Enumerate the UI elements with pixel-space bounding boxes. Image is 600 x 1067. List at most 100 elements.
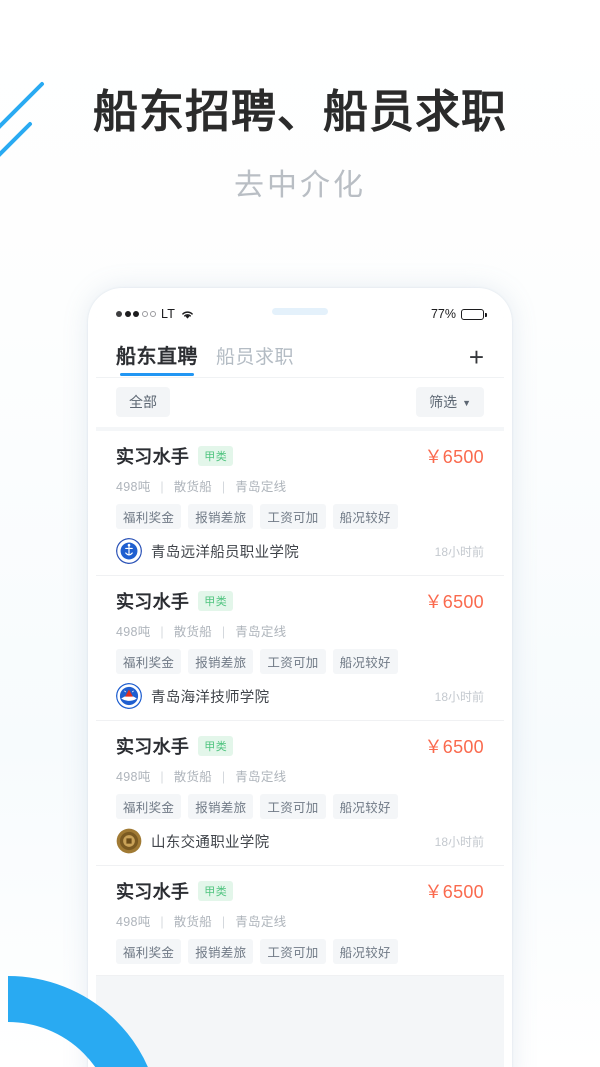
job-tag-list: 福利奖金 报销差旅 工资可加 船况较好 — [116, 649, 484, 674]
tab-owner-recruit-label: 船东直聘 — [116, 346, 198, 368]
job-list[interactable]: 实习水手 甲类 ￥6500 498吨 | 散货船 | 青岛定线 福利奖金 报销差… — [96, 427, 504, 1067]
job-tag: 工资可加 — [260, 939, 326, 964]
job-posted-time: 18小时前 — [434, 544, 484, 559]
job-tag-list: 福利奖金 报销差旅 工资可加 船况较好 — [116, 794, 484, 819]
job-tag: 报销差旅 — [188, 939, 254, 964]
job-card-header: 实习水手 甲类 ￥6500 — [116, 878, 484, 904]
phone-screen: LT 77% 船东直聘 船员求职 + 全部 筛选 ▼ 实习水手 甲类 ￥6500… — [96, 296, 504, 1067]
meta-separator: | — [160, 480, 164, 494]
job-company-row: 青岛远洋船员职业学院 18小时前 — [116, 538, 484, 564]
tab-seafarer-jobseek-label: 船员求职 — [216, 347, 295, 368]
job-tonnage: 498吨 — [116, 915, 151, 929]
company-name: 青岛海洋技师学院 — [151, 689, 270, 706]
carrier-label: LT — [161, 307, 176, 321]
job-posted-time: 18小时前 — [434, 834, 484, 849]
job-title: 实习水手 — [116, 737, 190, 757]
tab-active-underline — [120, 373, 194, 376]
job-salary: ￥6500 — [424, 882, 484, 902]
company-name: 青岛远洋船员职业学院 — [151, 544, 299, 561]
job-tag: 船况较好 — [332, 939, 398, 964]
job-company-row: 山东交通职业学院 18小时前 — [116, 828, 484, 854]
job-title: 实习水手 — [116, 882, 190, 902]
job-tag-list: 福利奖金 报销差旅 工资可加 船况较好 — [116, 504, 484, 529]
job-card[interactable]: 实习水手 甲类 ￥6500 498吨 | 散货船 | 青岛定线 福利奖金 报销差… — [96, 721, 504, 866]
meta-separator: | — [221, 915, 226, 929]
speaker-notch — [272, 308, 328, 315]
status-bar: LT 77% — [96, 296, 504, 332]
job-company-row: 青岛海洋技师学院 18小时前 — [116, 683, 484, 709]
filter-bar: 全部 筛选 ▼ — [96, 378, 504, 427]
chevron-down-icon: ▼ — [462, 398, 471, 408]
status-bar-right: 77% — [430, 307, 487, 321]
job-card[interactable]: 实习水手 甲类 ￥6500 498吨 | 散货船 | 青岛定线 福利奖金 报销差… — [96, 866, 504, 976]
job-ship-type: 散货船 — [173, 915, 213, 929]
company-logo-icon — [116, 683, 142, 709]
job-title: 实习水手 — [116, 447, 190, 467]
job-salary: ￥6500 — [424, 592, 484, 612]
app-tab-bar: 船东直聘 船员求职 + — [96, 332, 504, 378]
job-route: 青岛定线 — [235, 625, 287, 639]
job-ship-type: 散货船 — [173, 770, 213, 784]
category-filter-label: 全部 — [129, 394, 157, 410]
job-card[interactable]: 实习水手 甲类 ￥6500 498吨 | 散货船 | 青岛定线 福利奖金 报销差… — [96, 431, 504, 576]
job-tag: 船况较好 — [332, 794, 398, 819]
job-route: 青岛定线 — [235, 770, 287, 784]
job-tag: 船况较好 — [332, 504, 398, 529]
job-tonnage: 498吨 — [116, 480, 151, 494]
signal-strength-icon — [116, 311, 156, 317]
job-tag: 报销差旅 — [188, 649, 254, 674]
tab-owner-recruit[interactable]: 船东直聘 — [116, 340, 198, 377]
job-tag: 船况较好 — [332, 649, 398, 674]
meta-separator: | — [160, 770, 164, 784]
promo-page: 船东招聘、船员求职 去中介化 LT 77% 船东直聘 船员求职 + 全部 筛选 … — [0, 0, 600, 1067]
job-posted-time: 18小时前 — [434, 689, 484, 704]
job-tag: 报销差旅 — [188, 794, 254, 819]
plus-icon[interactable]: + — [469, 344, 484, 377]
job-ship-type: 散货船 — [173, 625, 213, 639]
job-tag: 福利奖金 — [116, 649, 182, 674]
category-filter-chip[interactable]: 全部 — [116, 387, 170, 417]
meta-separator: | — [160, 625, 164, 639]
job-meta: 498吨 | 散货船 | 青岛定线 — [116, 621, 484, 640]
job-class-badge: 甲类 — [198, 736, 234, 756]
job-meta: 498吨 | 散货船 | 青岛定线 — [116, 476, 484, 495]
company-logo-icon — [116, 828, 142, 854]
meta-separator: | — [221, 770, 226, 784]
job-tag: 工资可加 — [260, 504, 326, 529]
job-tonnage: 498吨 — [116, 625, 151, 639]
tab-seafarer-jobseek[interactable]: 船员求职 — [216, 342, 294, 377]
meta-separator: | — [221, 625, 226, 639]
job-tag: 福利奖金 — [116, 794, 182, 819]
status-bar-left: LT — [116, 307, 195, 321]
job-route: 青岛定线 — [235, 480, 287, 494]
wifi-icon — [182, 311, 193, 319]
battery-icon — [461, 308, 487, 320]
battery-percent-label: 77% — [430, 307, 456, 321]
meta-separator: | — [221, 480, 226, 494]
job-ship-type: 散货船 — [173, 480, 213, 494]
job-card-header: 实习水手 甲类 ￥6500 — [116, 443, 484, 469]
promo-headline-block: 船东招聘、船员求职 去中介化 — [0, 86, 600, 204]
job-tag: 福利奖金 — [116, 504, 182, 529]
job-tonnage: 498吨 — [116, 770, 151, 784]
job-tag: 工资可加 — [260, 794, 326, 819]
job-salary: ￥6500 — [424, 737, 484, 757]
promo-headline: 船东招聘、船员求职 — [92, 86, 507, 137]
company-logo-icon — [116, 538, 142, 564]
job-card[interactable]: 实习水手 甲类 ￥6500 498吨 | 散货船 | 青岛定线 福利奖金 报销差… — [96, 576, 504, 721]
company-name: 山东交通职业学院 — [151, 834, 270, 851]
filter-dropdown-label: 筛选 — [429, 394, 458, 410]
job-card-header: 实习水手 甲类 ￥6500 — [116, 588, 484, 614]
job-card-header: 实习水手 甲类 ￥6500 — [116, 733, 484, 759]
job-class-badge: 甲类 — [198, 446, 234, 466]
filter-dropdown-chip[interactable]: 筛选 ▼ — [416, 387, 484, 417]
promo-subheadline: 去中介化 — [234, 168, 366, 202]
job-tag: 报销差旅 — [188, 504, 254, 529]
job-meta: 498吨 | 散货船 | 青岛定线 — [116, 766, 484, 785]
job-tag: 工资可加 — [260, 649, 326, 674]
job-title: 实习水手 — [116, 592, 190, 612]
job-class-badge: 甲类 — [198, 591, 234, 611]
job-route: 青岛定线 — [235, 915, 287, 929]
job-class-badge: 甲类 — [198, 881, 234, 901]
job-tag-list: 福利奖金 报销差旅 工资可加 船况较好 — [116, 939, 484, 964]
